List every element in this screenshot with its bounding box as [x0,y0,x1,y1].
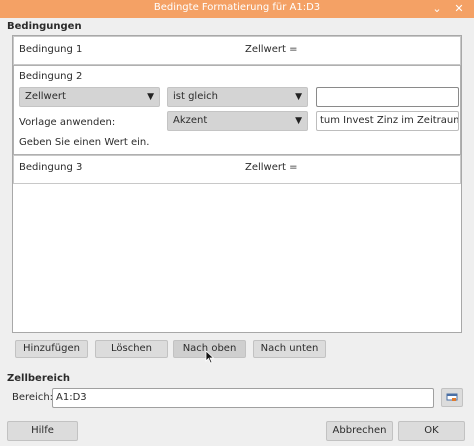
shrink-button[interactable] [441,388,463,407]
operator-select[interactable]: ist gleich ▼ [167,87,308,107]
add-button[interactable]: Hinzufügen [15,340,88,358]
style-value: Akzent [173,115,208,126]
chevron-down-icon: ▼ [147,92,154,102]
chevron-down-icon: ▼ [295,92,302,102]
delete-button[interactable]: Löschen [95,340,168,358]
condition-1-title: Bedingung 1 [19,44,83,55]
condition-type-value: Zellwert [25,91,66,102]
style-preview: tum Invest Zinz im Zeitraum Sal [316,111,459,131]
range-label: Bereich: [12,392,54,403]
condition-1[interactable]: Bedingung 1 Zellwert = [13,36,461,65]
apply-style-label: Vorlage anwenden: [19,117,116,128]
operator-value: ist gleich [173,91,218,102]
condition-2[interactable]: Bedingung 2 Zellwert ▼ ist gleich ▼ Vorl… [13,65,461,155]
window-title: Bedingte Formatierung für A1:D3 [153,2,321,13]
title-bar: Bedingte Formatierung für A1:D3 ⌄ ✕ [0,0,474,18]
condition-value-input[interactable] [316,87,459,107]
help-button[interactable]: Hilfe [7,421,78,441]
shrink-icon [446,393,458,401]
ok-button[interactable]: OK [398,421,465,441]
condition-hint: Geben Sie einen Wert ein. [19,137,150,148]
close-icon[interactable]: ✕ [452,0,466,18]
condition-1-value: Zellwert = [245,44,298,55]
condition-3[interactable]: Bedingung 3 Zellwert = [13,155,461,184]
chevron-down-icon: ▼ [295,116,302,126]
cell-range-heading: Zellbereich [7,373,71,384]
range-input[interactable]: A1:D3 [52,388,434,408]
move-down-button[interactable]: Nach unten [253,340,326,358]
conditions-heading: Bedingungen [7,21,82,32]
style-select[interactable]: Akzent ▼ [167,111,308,131]
condition-3-value: Zellwert = [245,162,298,173]
chevron-down-icon[interactable]: ⌄ [430,0,444,18]
cancel-button[interactable]: Abbrechen [326,421,393,441]
condition-type-select[interactable]: Zellwert ▼ [19,87,160,107]
condition-2-title: Bedingung 2 [19,71,83,82]
condition-3-title: Bedingung 3 [19,162,83,173]
mouse-cursor-icon [205,350,215,364]
conditions-list[interactable]: Bedingung 1 Zellwert = Bedingung 2 Zellw… [12,35,462,333]
